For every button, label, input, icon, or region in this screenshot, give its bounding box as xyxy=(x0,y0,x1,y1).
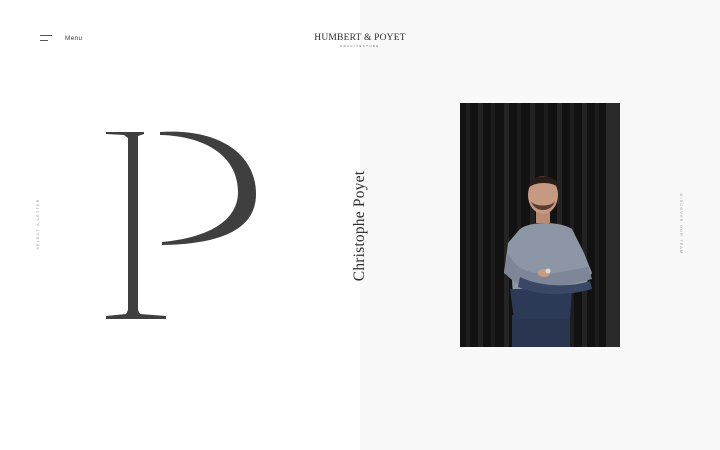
logo-wordmark: HUMBERT & POYET xyxy=(314,33,406,43)
menu-label: Menu xyxy=(65,34,83,42)
discover-team-label[interactable]: DISCOVER OUR TEAM xyxy=(679,194,683,255)
person-name[interactable]: Christophe Poyet xyxy=(351,171,369,281)
letter-p-graphic[interactable] xyxy=(96,122,266,322)
logo[interactable]: HUMBERT & POYET ARCHITECTURE xyxy=(300,33,420,48)
letter-p-svg xyxy=(106,131,256,319)
menu-button[interactable]: Menu xyxy=(40,34,82,42)
hamburger-menu-icon xyxy=(40,34,52,42)
team-member-photo[interactable] xyxy=(460,103,620,347)
logo-subtitle: ARCHITECTURE xyxy=(340,45,380,48)
select-letter-label[interactable]: SELECT A LETTER xyxy=(36,198,40,249)
portrait-image xyxy=(460,103,620,347)
